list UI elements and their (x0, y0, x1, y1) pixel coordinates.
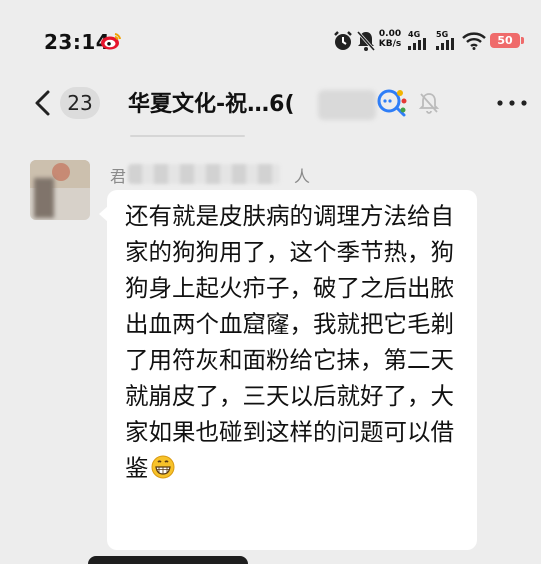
avatar[interactable] (30, 160, 90, 220)
sender-name-end: 人 (294, 167, 311, 186)
channels-icon[interactable] (376, 88, 408, 118)
chat-header: 23 华夏文化-祝…6( (0, 72, 541, 132)
alarm-icon (334, 31, 352, 50)
status-bar: 23:14 0.00 KB/s 4G 5G 50 (0, 0, 541, 80)
battery-cap (521, 37, 524, 44)
sender-name-start: 君 (110, 167, 127, 186)
grin-icon (151, 455, 174, 479)
net-speed-value: 0.00 (378, 29, 402, 39)
chat-title[interactable]: 华夏文化-祝…6( (128, 86, 295, 118)
redacted-title-part (318, 90, 376, 120)
back-icon[interactable] (30, 86, 58, 120)
message-text: 还有就是皮肤病的调理方法给自家的狗狗用了，这个季节热，狗狗身上起火疖子，破了之后… (125, 202, 454, 482)
next-message-hint (88, 556, 248, 564)
message-text-block: 还有就是皮肤病的调理方法给自家的狗狗用了，这个季节热，狗狗身上起火疖子，破了之后… (125, 198, 473, 486)
weibo-icon (101, 33, 121, 50)
bell-off-icon (356, 31, 376, 51)
mute-icon (418, 93, 440, 114)
wifi-icon (462, 32, 486, 50)
battery-icon: 50 (490, 33, 520, 48)
net-speed-unit: KB/s (378, 39, 402, 49)
signal-icon (408, 38, 426, 50)
signal-icon (436, 38, 454, 50)
unread-count-badge[interactable]: 23 (60, 87, 100, 119)
net-speed: 0.00 KB/s (378, 29, 402, 49)
more-icon[interactable] (496, 92, 528, 114)
avatar-blur-overlay (30, 160, 90, 220)
redacted-sender-name (128, 164, 280, 184)
header-scroll-indicator (130, 135, 245, 137)
